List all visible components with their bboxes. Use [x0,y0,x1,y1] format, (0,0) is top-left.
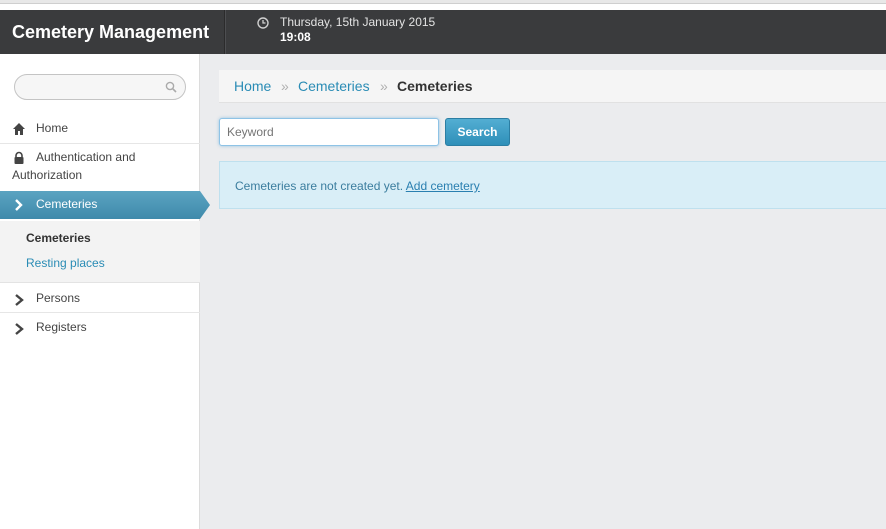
sidebar-divider [0,312,200,313]
home-icon [13,123,25,135]
sidebar-item-label: Persons [36,291,81,305]
sidebar-item-label: Home [36,121,69,135]
sidebar-item-label: Authorization [12,168,83,182]
sidebar-item-cemeteries[interactable]: Cemeteries [0,191,210,219]
sidebar-item-registers[interactable]: Registers [0,320,200,340]
chevron-right-icon [15,294,24,306]
browser-address-edge [0,0,886,4]
breadcrumb-home-link[interactable]: Home [234,78,271,94]
submenu-item-cemeteries[interactable]: Cemeteries [26,231,91,245]
breadcrumb-current: Cemeteries [397,78,473,94]
breadcrumb-cemeteries-link[interactable]: Cemeteries [298,78,370,94]
chevron-right-icon [15,323,24,335]
cemeteries-submenu: Cemeteries Resting places [0,221,200,283]
sidebar-search [14,74,186,100]
app-title[interactable]: Cemetery Management [0,10,225,54]
current-time: 19:08 [280,30,311,44]
sidebar-divider [0,143,200,144]
sidebar-item-label: Registers [36,320,87,334]
clock-icon [257,17,269,29]
search-button[interactable]: Search [445,118,510,146]
sidebar-item-home[interactable]: Home [0,121,200,143]
topbar-divider [225,10,226,54]
main-content: Home » Cemeteries » Cemeteries Search Ce… [201,54,886,529]
search-icon[interactable] [165,81,177,93]
info-alert: Cemeteries are not created yet. Add ceme… [219,161,886,209]
sidebar: Home Authentication and Authorization Ce… [0,54,210,529]
breadcrumb-separator: » [281,78,289,94]
breadcrumb: Home » Cemeteries » Cemeteries [219,70,886,103]
keyword-search-input[interactable] [219,118,439,146]
active-nav-background [0,191,210,219]
browser-chrome-edge [0,0,886,10]
sidebar-item-persons[interactable]: Persons [0,291,200,311]
add-cemetery-link[interactable]: Add cemetery [406,179,480,193]
lock-icon [14,151,24,164]
sidebar-item-label: Cemeteries [36,197,98,211]
sidebar-item-authentication[interactable]: Authentication and Authorization [0,150,200,190]
current-date: Thursday, 15th January 2015 [280,15,436,29]
sidebar-item-label: Authentication and [36,150,136,164]
breadcrumb-separator: » [380,78,388,94]
top-bar: Cemetery Management Thursday, 15th Janua… [0,10,886,54]
chevron-right-icon [15,199,23,211]
sidebar-search-input[interactable] [25,75,165,99]
submenu-item-resting-places[interactable]: Resting places [26,256,105,270]
alert-message: Cemeteries are not created yet. Add ceme… [235,179,480,193]
alert-text: Cemeteries are not created yet. [235,179,406,193]
